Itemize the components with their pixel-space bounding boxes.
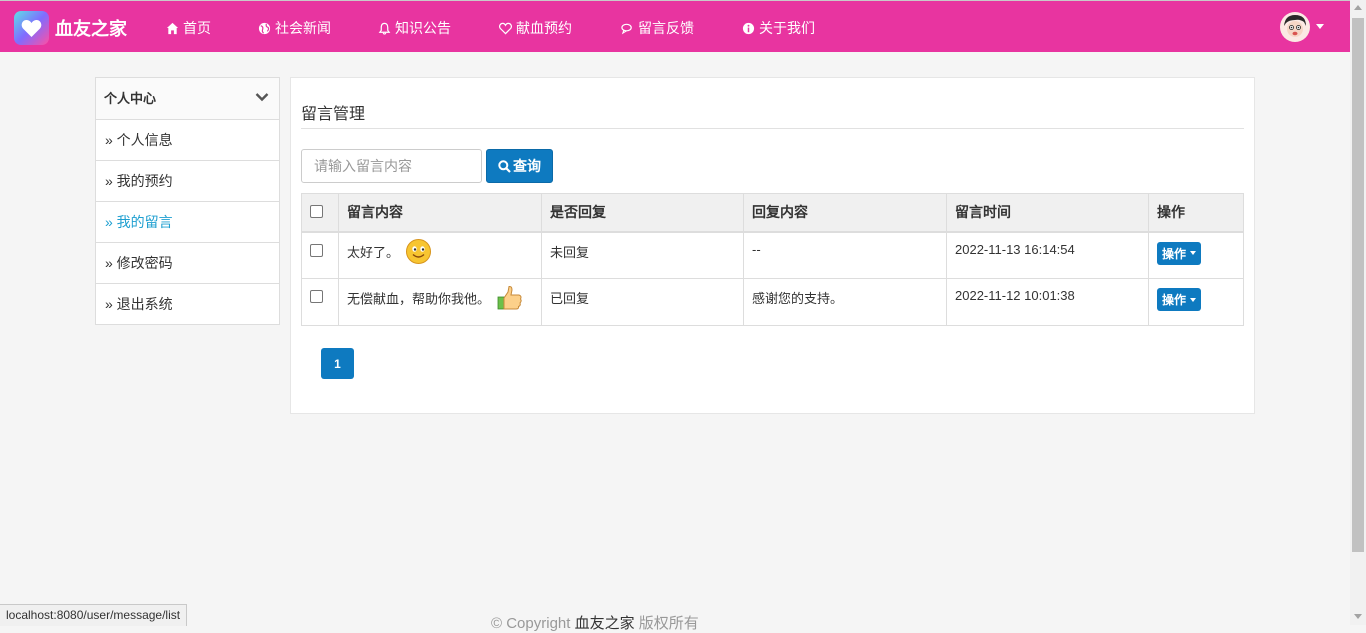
caret-down-icon [1190,251,1197,255]
replied-status-cell: 未回复 [541,231,744,279]
nav-item-booking[interactable]: 献血预约 [499,18,572,38]
message-table: 留言内容 是否回复 回复内容 留言时间 操作 太好了。 未回复 -- 2022-… [301,193,1244,326]
sidebar-item-my-messages[interactable]: » 我的留言 [96,202,279,243]
smile-emoji-icon [406,238,432,264]
row-select-cell [301,231,339,279]
search-button-label: 查询 [513,158,541,174]
scroll-down-arrow-icon[interactable] [1354,614,1362,619]
personal-center-sidebar: 个人中心 » 个人信息 » 我的预约 » 我的留言 » 修改密码 » 退出系统 [95,77,280,325]
sidebar-item-logout[interactable]: » 退出系统 [96,284,279,324]
message-time-cell: 2022-11-12 10:01:38 [946,278,1149,326]
column-header-replied[interactable]: 是否回复 [541,193,744,233]
row-select-cell [301,278,339,326]
nav-label: 首页 [183,20,211,36]
table-row: 太好了。 未回复 -- 2022-11-13 16:14:54 操作 [301,231,1244,279]
nav-item-news[interactable]: 社会新闻 [258,18,331,38]
action-dropdown-button[interactable]: 操作 [1157,241,1202,265]
footer-suffix: 版权所有 [634,615,699,632]
sidebar-title: 个人中心 [104,91,157,106]
caret-down-icon [1190,297,1197,302]
sidebar-header[interactable]: 个人中心 [96,78,279,120]
heart-icon [499,22,512,34]
message-content: 太好了。 [347,244,400,260]
chevron-down-icon [255,93,269,102]
message-content: 无偿献血，帮助你我他。 [347,291,491,307]
search-icon [498,159,511,173]
row-checkbox[interactable] [310,290,323,303]
home-icon [166,22,179,34]
replied-status-cell: 已回复 [541,278,744,326]
thumbs-up-emoji-icon [497,285,522,310]
select-all-checkbox[interactable] [310,205,323,219]
brand-name[interactable]: 血友之家 [55,15,127,41]
footer-brand: 血友之家 [574,615,635,632]
nav-label: 留言反馈 [638,20,694,36]
sidebar-item-change-password[interactable]: » 修改密码 [96,243,279,284]
message-search-input[interactable] [301,149,482,183]
nav-item-knowledge[interactable]: 知识公告 [378,18,451,38]
title-divider [301,128,1244,129]
nav-item-about[interactable]: 关于我们 [742,18,815,38]
nav-item-feedback[interactable]: 留言反馈 [621,18,694,38]
select-all-cell [301,193,339,233]
nav-label: 社会新闻 [275,20,331,36]
sidebar-item-my-bookings[interactable]: » 我的预约 [96,161,279,202]
top-navbar: 血友之家 首页 社会新闻 知识公告 献血预约 留言反馈 关于我们 [0,0,1350,52]
table-header-row: 留言内容 是否回复 回复内容 留言时间 操作 [301,193,1244,233]
action-cell: 操作 [1148,231,1244,279]
column-header-action: 操作 [1148,193,1244,233]
footer-copyright: © Copyright 血友之家 版权所有 [491,612,699,633]
comments-icon [621,23,632,34]
table-row: 无偿献血，帮助你我他。 已回复 感谢您的支持。 2022-11-12 10:01… [301,278,1244,326]
footer-prefix: © Copyright [491,615,575,632]
browser-status-url: localhost:8080/user/message/list [0,604,188,626]
column-header-reply[interactable]: 回复内容 [743,193,947,233]
bell-icon [378,22,391,35]
scrollbar-thumb[interactable] [1352,18,1364,552]
avatar-dropdown-caret-icon[interactable] [1316,24,1324,29]
search-button[interactable]: 查询 [486,149,553,183]
nav-item-home[interactable]: 首页 [166,18,211,38]
pagination-page-1[interactable]: 1 [321,348,354,379]
user-avatar[interactable] [1280,12,1310,42]
message-time-cell: 2022-11-13 16:14:54 [946,231,1149,279]
page-title: 留言管理 [301,106,366,123]
nav-label: 关于我们 [759,20,815,36]
action-cell: 操作 [1148,278,1244,326]
action-label: 操作 [1162,246,1187,261]
message-management-panel: 留言管理 查询 留言内容 是否回复 回复内容 留言时间 操作 太好了。 未回复 [290,77,1255,414]
reply-content-cell: -- [743,231,947,279]
sidebar-item-profile[interactable]: » 个人信息 [96,120,279,161]
info-circle-icon [742,22,755,34]
nav-label: 知识公告 [395,20,451,36]
reply-content-cell: 感谢您的支持。 [743,278,947,326]
action-label: 操作 [1162,293,1187,307]
action-dropdown-button[interactable]: 操作 [1157,288,1202,311]
column-header-content[interactable]: 留言内容 [338,193,542,233]
nav-label: 献血预约 [516,20,572,36]
globe-icon [258,22,271,34]
message-content-cell: 太好了。 [338,231,542,279]
scroll-up-arrow-icon[interactable] [1354,5,1362,10]
column-header-time[interactable]: 留言时间 [946,193,1149,233]
message-content-cell: 无偿献血，帮助你我他。 [338,278,542,326]
row-checkbox[interactable] [310,243,323,257]
heart-logo-icon[interactable] [14,11,49,45]
